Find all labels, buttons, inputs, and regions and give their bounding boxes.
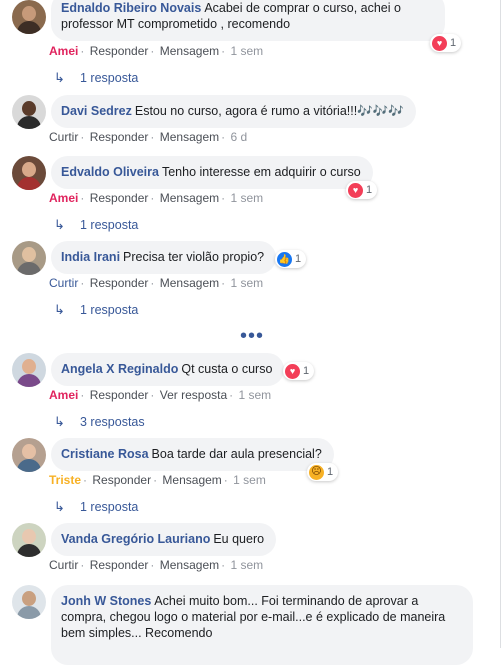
comment-author[interactable]: Davi Sedrez bbox=[61, 104, 132, 118]
reply-arrow-icon: ↳ bbox=[54, 414, 65, 429]
comment-author[interactable]: India Irani bbox=[61, 250, 120, 264]
like-button[interactable]: Curtir bbox=[49, 130, 78, 144]
timestamp[interactable]: 1 sem bbox=[230, 191, 263, 205]
love-icon: ♥ bbox=[432, 35, 447, 51]
avatar[interactable] bbox=[12, 95, 46, 129]
avatar[interactable] bbox=[12, 0, 46, 34]
comment-bubble: Jonh W Stones Achei muito bom... Foi term… bbox=[51, 585, 473, 665]
timestamp[interactable]: 1 sem bbox=[230, 276, 263, 290]
reaction-badge[interactable]: ♥ 1 bbox=[283, 362, 315, 380]
love-icon: ♥ bbox=[348, 182, 363, 198]
reply-button[interactable]: Responder bbox=[90, 191, 149, 205]
like-button[interactable]: Curtir bbox=[49, 558, 78, 572]
message-button[interactable]: Mensagem bbox=[160, 558, 219, 572]
replies-link[interactable]: ↳ 1 resposta bbox=[54, 70, 138, 86]
reply-button[interactable]: Responder bbox=[90, 276, 149, 290]
avatar[interactable] bbox=[12, 585, 46, 619]
message-button[interactable]: Mensagem bbox=[160, 276, 219, 290]
sad-icon: ☹ bbox=[309, 464, 324, 480]
replies-link[interactable]: ↳ 1 resposta bbox=[54, 302, 138, 318]
comment-text: Tenho interesse em adquirir o curso bbox=[161, 165, 361, 179]
reaction-badge[interactable]: 👍 1 bbox=[275, 250, 307, 268]
timestamp[interactable]: 1 sem bbox=[238, 388, 271, 402]
comment-author[interactable]: Vanda Gregório Lauriano bbox=[61, 532, 210, 546]
comment-author[interactable]: Ednaldo Ribeiro Novais bbox=[61, 1, 201, 15]
reaction-badge[interactable]: ♥ 1 bbox=[430, 34, 462, 52]
comment-bubble: Edvaldo Oliveira Tenho interesse em adqui… bbox=[51, 156, 373, 189]
amei-button[interactable]: Amei bbox=[49, 191, 78, 205]
reaction-badge[interactable]: ☹ 1 bbox=[307, 463, 339, 481]
reply-button[interactable]: Responder bbox=[90, 130, 149, 144]
timestamp[interactable]: 6 d bbox=[230, 130, 247, 144]
comment-bubble: Cristiane Rosa Boa tarde dar aula presenc… bbox=[51, 438, 334, 471]
triste-button[interactable]: Triste bbox=[49, 473, 81, 487]
comment-bubble: India Irani Precisa ter violão propio? bbox=[51, 241, 277, 274]
avatar[interactable] bbox=[12, 438, 46, 472]
timestamp[interactable]: 1 sem bbox=[230, 558, 263, 572]
message-button[interactable]: Mensagem bbox=[160, 130, 219, 144]
message-button[interactable]: Mensagem bbox=[162, 473, 221, 487]
reaction-count: 1 bbox=[450, 37, 457, 49]
more-comments-button[interactable]: ••• bbox=[240, 326, 264, 346]
avatar[interactable] bbox=[12, 353, 46, 387]
reaction-count: 1 bbox=[303, 365, 310, 377]
comment-bubble: Angela X Reginaldo Qt custa o curso bbox=[51, 353, 285, 386]
comment-bubble: Ednaldo Ribeiro Novais Acabei de comprar … bbox=[51, 0, 445, 41]
reply-button[interactable]: Responder bbox=[90, 388, 149, 402]
amei-button[interactable]: Amei bbox=[49, 44, 78, 58]
reaction-count: 1 bbox=[366, 184, 373, 196]
replies-link[interactable]: ↳ 3 respostas bbox=[54, 414, 145, 430]
avatar[interactable] bbox=[12, 156, 46, 190]
reaction-count: 1 bbox=[327, 466, 334, 478]
comment-bubble: Davi Sedrez Estou no curso, agora é rumo … bbox=[51, 95, 416, 128]
comment-actions: Amei · Responder · Ver resposta · 1 sem bbox=[49, 388, 272, 402]
comment-bubble: Vanda Gregório Lauriano Eu quero bbox=[51, 523, 277, 556]
comment-actions: Amei · Responder · Mensagem · 1 sem bbox=[49, 191, 264, 205]
avatar[interactable] bbox=[12, 523, 46, 557]
message-button[interactable]: Mensagem bbox=[160, 44, 219, 58]
like-button[interactable]: Curtir bbox=[49, 276, 78, 290]
reply-arrow-icon: ↳ bbox=[54, 217, 65, 232]
comment-text: Boa tarde dar aula presencial? bbox=[151, 447, 322, 461]
comment-author[interactable]: Angela X Reginaldo bbox=[61, 362, 178, 376]
message-button[interactable]: Mensagem bbox=[160, 191, 219, 205]
like-icon: 👍 bbox=[277, 251, 292, 267]
comment-actions: Amei · Responder · Mensagem · 1 sem bbox=[49, 44, 264, 58]
replies-link[interactable]: ↳ 1 resposta bbox=[54, 499, 138, 515]
reply-button[interactable]: Responder bbox=[90, 44, 149, 58]
reaction-badge[interactable]: ♥ 1 bbox=[346, 181, 378, 199]
comment-actions: Triste · Responder · Mensagem · 1 sem bbox=[49, 473, 266, 487]
avatar[interactable] bbox=[12, 241, 46, 275]
comment-text: Qt custa o curso bbox=[181, 362, 273, 376]
comment-actions: Curtir · Responder · Mensagem · 6 d bbox=[49, 130, 248, 144]
reply-button[interactable]: Responder bbox=[90, 558, 149, 572]
timestamp[interactable]: 1 sem bbox=[230, 44, 263, 58]
comment-text: Estou no curso, agora é rumo a vitória!!… bbox=[134, 104, 404, 118]
comment-actions: Curtir · Responder · Mensagem · 1 sem bbox=[49, 558, 264, 572]
see-reply-button[interactable]: Ver resposta bbox=[160, 388, 227, 402]
replies-link[interactable]: ↳ 1 resposta bbox=[54, 217, 138, 233]
comment-author[interactable]: Edvaldo Oliveira bbox=[61, 165, 159, 179]
love-icon: ♥ bbox=[285, 363, 300, 379]
reply-arrow-icon: ↳ bbox=[54, 499, 65, 514]
reply-arrow-icon: ↳ bbox=[54, 302, 65, 317]
reply-button[interactable]: Responder bbox=[92, 473, 151, 487]
reaction-count: 1 bbox=[295, 253, 302, 265]
comment-author[interactable]: Cristiane Rosa bbox=[61, 447, 149, 461]
amei-button[interactable]: Amei bbox=[49, 388, 78, 402]
comment-actions: Curtir · Responder · Mensagem · 1 sem bbox=[49, 276, 264, 290]
comment-author[interactable]: Jonh W Stones bbox=[61, 594, 151, 608]
comment-text: Eu quero bbox=[213, 532, 265, 546]
reply-arrow-icon: ↳ bbox=[54, 70, 65, 85]
timestamp[interactable]: 1 sem bbox=[233, 473, 266, 487]
comment-text: Precisa ter violão propio? bbox=[123, 250, 265, 264]
